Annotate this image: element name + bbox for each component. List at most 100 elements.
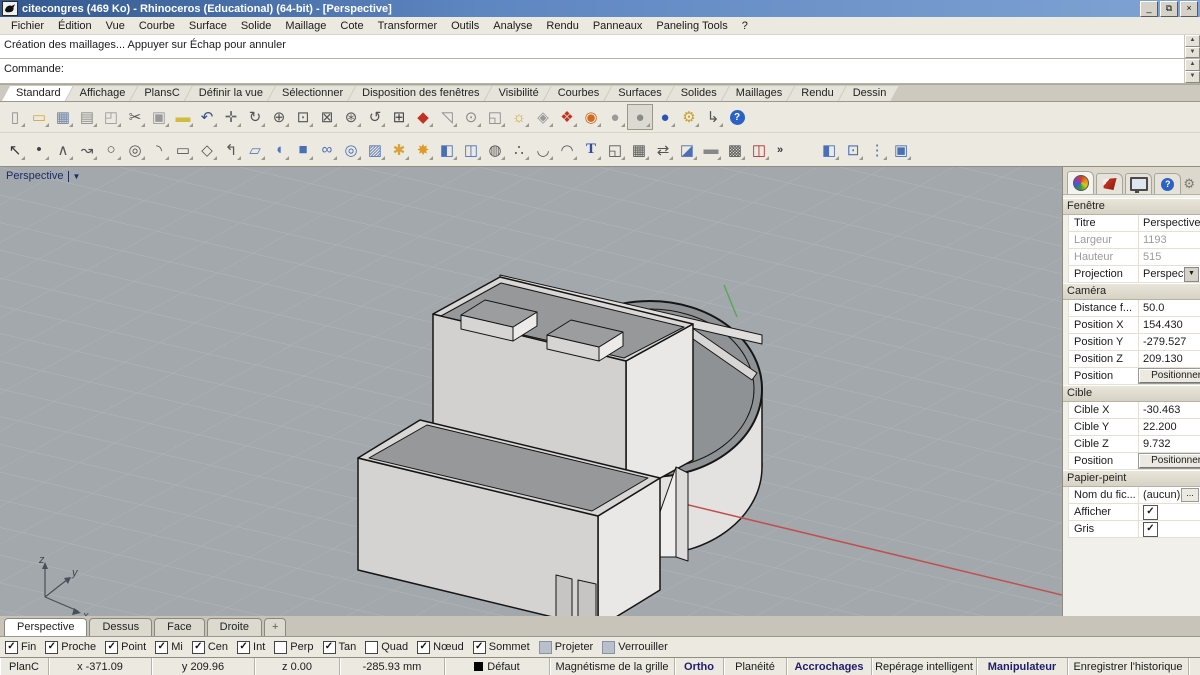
toolbar-tab[interactable]: Sélectionner [268,86,355,101]
copy-button[interactable]: ▣ [147,105,171,129]
menu-item[interactable]: Solide [234,19,279,33]
zoom-in-button[interactable]: ⊕ [267,105,291,129]
property-row[interactable]: Afficher ✓ [1068,504,1200,521]
maximize-viewport-button[interactable]: ⊡ [841,138,865,162]
scroll-up-button[interactable]: ▲ [1185,59,1200,71]
grid-array-button[interactable]: ▩ [723,138,747,162]
toolbar-tab[interactable]: Maillages [722,86,794,101]
checkbox-icon[interactable] [365,641,378,654]
scale-button[interactable]: ◱ [603,138,627,162]
osnap-checkbox[interactable]: Nœud [417,641,464,654]
property-row[interactable]: Gris ✓ [1068,521,1200,538]
toolbar-tab[interactable]: Dessin [839,86,899,101]
set-cplane-button[interactable]: ◹ [435,105,459,129]
checkbox-icon[interactable] [105,641,118,654]
paste-button[interactable]: ▬ [171,105,195,129]
circle-button[interactable]: ○ [99,138,123,162]
toolbar-tab[interactable]: Visibilité [485,86,551,101]
viewport-tab-dessus[interactable]: Dessus [89,618,152,636]
property-row[interactable]: Position Y -279.527 [1068,334,1200,351]
ellipse-button[interactable]: ◎ [123,138,147,162]
filter-button[interactable]: Filtre [1189,658,1200,675]
menu-item[interactable]: Courbe [132,19,182,33]
options-button[interactable]: ⚙ [677,105,701,129]
rotate-view-button[interactable]: ↻ [243,105,267,129]
cut-button[interactable]: ✂ [123,105,147,129]
add-viewport-tab[interactable]: + [264,618,286,636]
toolbar-tab[interactable]: Standard [2,86,73,101]
split-solid-button[interactable]: ◧ [435,138,459,162]
named-views-button[interactable]: ◱ [483,105,507,129]
new-viewport-button[interactable]: ▣ [889,138,913,162]
osnap-checkbox[interactable]: Proche [45,641,96,654]
puzzle-button[interactable]: ✱ [387,138,411,162]
viewport-tab-droite[interactable]: Droite [207,618,262,636]
arc-button[interactable]: ◝ [147,138,171,162]
toolbar-tab[interactable]: Rendu [787,86,845,101]
menu-item[interactable]: Analyse [486,19,539,33]
scroll-down-button[interactable]: ▼ [1185,71,1200,83]
render-preview-button[interactable]: ● [603,105,627,129]
menu-item[interactable]: Paneling Tools [649,19,734,33]
menu-item[interactable]: Outils [444,19,486,33]
cplane-button[interactable]: PlanC [0,658,49,675]
grid-snap-toggle[interactable]: Magnétisme de la grille [550,658,675,675]
menu-item[interactable]: Maillage [278,19,333,33]
tab-display[interactable] [1125,173,1152,194]
corner-curve-button[interactable]: ↰ [219,138,243,162]
torus-button[interactable]: ◎ [339,138,363,162]
gear-icon[interactable]: ⚙ [1183,176,1198,194]
solid-edit-button[interactable]: ◪ [675,138,699,162]
viewport-tab-face[interactable]: Face [154,618,204,636]
rectangle-button[interactable]: ▭ [171,138,195,162]
restore-button[interactable]: ⧉ [1160,1,1178,17]
zoom-selected-button[interactable]: ⊛ [339,105,363,129]
viewport-display-button[interactable]: ◧ [817,138,841,162]
pan-button[interactable]: ✛ [219,105,243,129]
property-row[interactable]: Position Positionner... [1068,368,1200,385]
osnap-checkbox[interactable]: Quad [365,641,408,654]
menu-item[interactable]: Édition [51,19,99,33]
cplane-origin-button[interactable]: ⊙ [459,105,483,129]
checkbox-icon[interactable] [274,641,287,654]
surface-from-curves-button[interactable]: ▱ [243,138,267,162]
close-button[interactable]: × [1180,1,1198,17]
menu-item[interactable]: Vue [99,19,132,33]
osnap-checkbox[interactable]: Cen [192,641,228,654]
property-row[interactable]: Projection Perspect... ▼ [1068,266,1200,283]
coordinate-y[interactable]: y 209.96 [152,658,255,675]
history-button[interactable]: ↳ [701,105,725,129]
osnap-checkbox[interactable]: Sommet [473,641,530,654]
lights-button[interactable]: ☼ [507,105,531,129]
color-wheel-button[interactable]: ◉ [579,105,603,129]
menu-item[interactable]: Rendu [539,19,585,33]
menu-item[interactable]: Transformer [371,19,445,33]
property-row[interactable]: Cible X -30.463 [1068,402,1200,419]
property-row[interactable]: Hauteur 515 [1068,249,1200,266]
osnap-checkbox[interactable]: Verrouiller [602,641,668,654]
zoom-window-button[interactable]: ⊡ [291,105,315,129]
osnap-checkbox[interactable]: Projeter [539,641,594,654]
checkbox-icon[interactable] [45,641,58,654]
print-button[interactable]: ▤ [75,105,99,129]
checkbox-icon[interactable] [237,641,250,654]
split-viewport-button[interactable]: ⋮ [865,138,889,162]
distance-units[interactable]: -285.93 mm [340,658,445,675]
checkbox-icon[interactable] [323,641,336,654]
scroll-up-button[interactable]: ▲ [1185,35,1200,47]
osnap-checkbox[interactable]: Point [105,641,146,654]
menu-item[interactable]: Surface [182,19,234,33]
osnap-checkbox[interactable]: Perp [274,641,313,654]
control-point-curve-button[interactable]: ↝ [75,138,99,162]
zoom-extents-button[interactable]: ⊠ [315,105,339,129]
checkbox-icon[interactable] [192,641,205,654]
osnap-checkbox[interactable]: Int [237,641,265,654]
save-file-button[interactable]: ▦ [51,105,75,129]
shaded-display-button[interactable]: ◆ [411,105,435,129]
chevron-down-icon[interactable]: ▼ [1184,267,1199,282]
lock-button[interactable]: ◈ [531,105,555,129]
explode-button[interactable]: ✸ [411,138,435,162]
viewport-tab-perspective[interactable]: Perspective [4,618,87,636]
text-button[interactable]: T [579,138,603,162]
command-prompt-input[interactable]: Commande: [0,59,1184,83]
